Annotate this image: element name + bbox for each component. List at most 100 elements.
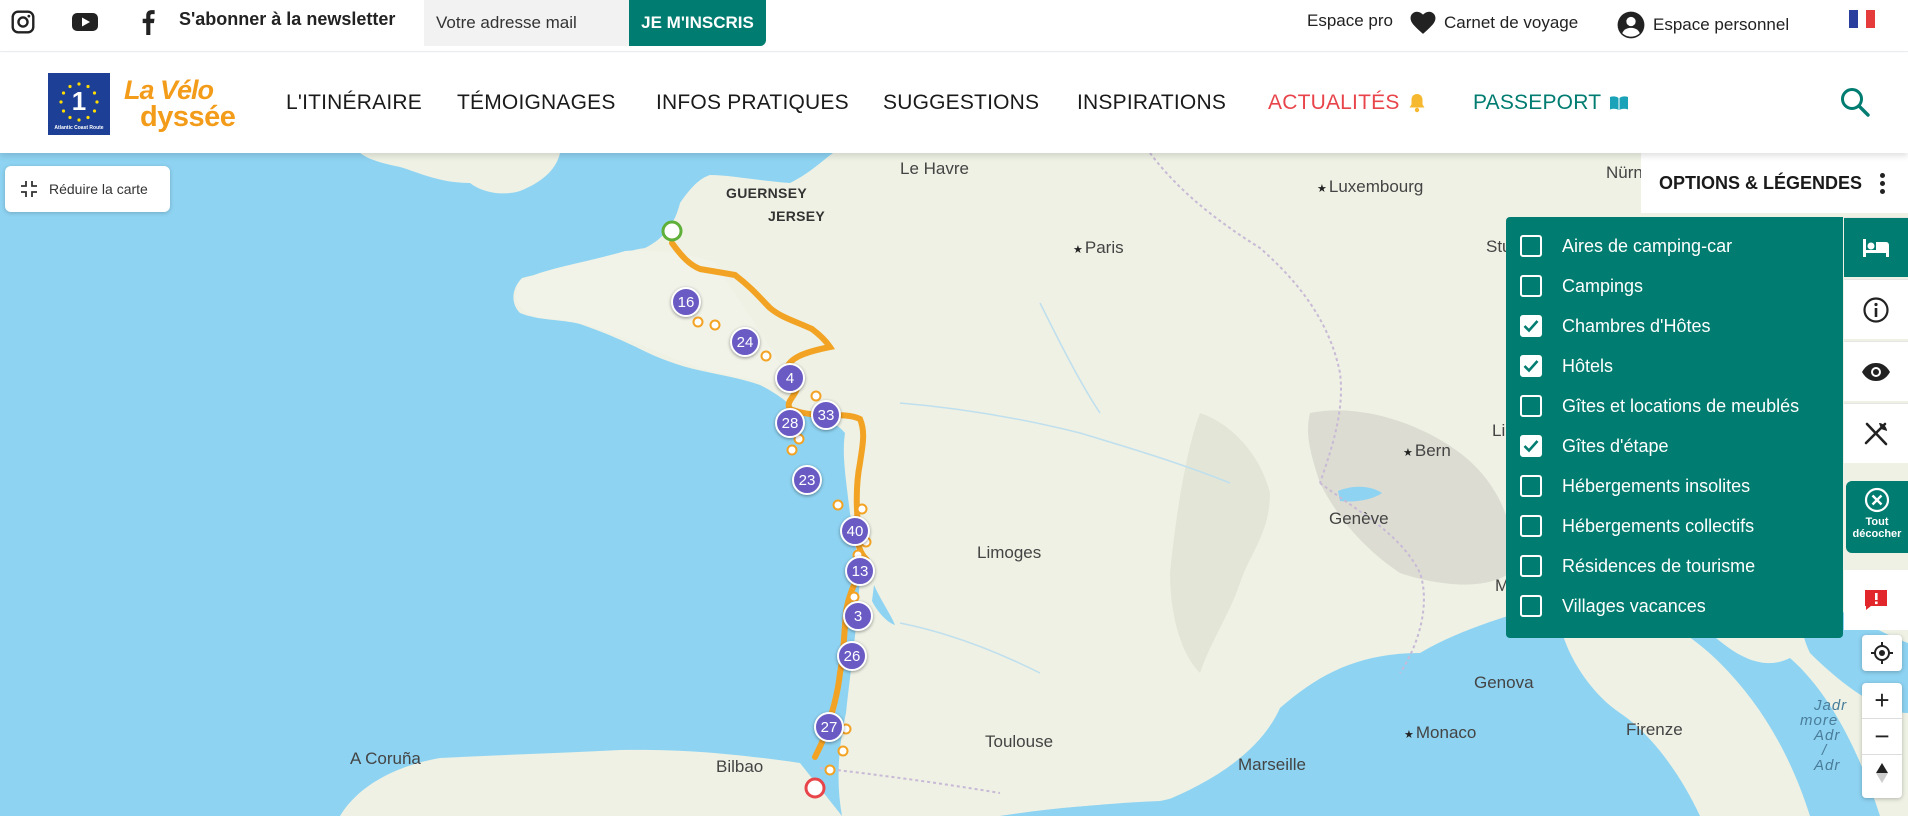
legend-item[interactable]: Gîtes et locations de meublés (1506, 386, 1843, 426)
checkbox[interactable] (1520, 555, 1542, 577)
bell-icon (1409, 94, 1425, 113)
book-icon (1610, 96, 1629, 110)
cluster-marker[interactable]: 3 (843, 601, 873, 631)
compass-button[interactable] (1862, 755, 1902, 791)
instagram-icon[interactable] (9, 8, 37, 36)
brand-line2: dyssée (140, 101, 236, 133)
legend-item[interactable]: Chambres d'Hôtes (1506, 306, 1843, 346)
legend-label: Hébergements collectifs (1562, 515, 1755, 536)
subscribe-button[interactable]: JE M'INSCRIS (629, 0, 766, 46)
espace-pro-label: Espace pro (1307, 11, 1393, 30)
map-label-marseille: Marseille (1238, 755, 1307, 774)
map-label-bern: Bern (1403, 441, 1451, 461)
report-button[interactable] (1844, 570, 1908, 630)
map-label-guernsey: GUERNSEY (726, 185, 807, 201)
map-label-li: Li (1492, 421, 1506, 440)
cluster-marker[interactable]: 28 (775, 408, 805, 438)
cluster-marker[interactable]: 16 (671, 287, 701, 317)
nav-inspirations-label: INSPIRATIONS (1077, 91, 1227, 114)
map-label-firenze: Firenze (1626, 720, 1683, 739)
map-label-geneve: Genève (1329, 509, 1389, 528)
french-flag-icon[interactable] (1849, 10, 1876, 28)
zoom-out-button[interactable]: − (1862, 719, 1902, 755)
newsletter-label: S'abonner à la newsletter (179, 9, 396, 29)
checkbox[interactable] (1520, 395, 1542, 417)
cluster-marker[interactable]: 27 (814, 712, 844, 742)
adriatic-line-3: Adr (1814, 727, 1841, 744)
espace-pro-link[interactable]: Espace pro (1307, 11, 1393, 31)
cluster-marker[interactable]: 4 (775, 363, 805, 393)
legend-item[interactable]: Villages vacances (1506, 586, 1843, 626)
legend-label: Hébergements insolites (1562, 475, 1751, 496)
uncheck-all-line1: Tout (1865, 516, 1889, 528)
zoom-in-button[interactable]: + (1862, 683, 1902, 719)
checkbox[interactable] (1520, 235, 1542, 257)
user-icon (1617, 11, 1645, 39)
close-circle-icon (1864, 487, 1890, 513)
legend-item[interactable]: Résidences de tourisme (1506, 546, 1843, 586)
legend-label: Chambres d'Hôtes (1562, 315, 1711, 336)
eurovelo-logo[interactable]: 1 Atlantic Coast Route (48, 73, 110, 135)
email-field[interactable] (424, 0, 630, 46)
heart-icon (1410, 11, 1436, 34)
eye-icon (1862, 362, 1890, 381)
map-label-le-havre: Le Havre (900, 159, 969, 178)
collapse-icon (21, 181, 37, 197)
search-button[interactable] (1839, 86, 1873, 120)
facebook-icon[interactable] (134, 8, 162, 36)
checkbox-checked[interactable] (1520, 315, 1542, 337)
checkbox[interactable] (1520, 475, 1542, 497)
checkbox[interactable] (1520, 595, 1542, 617)
more-options-icon[interactable] (1880, 173, 1886, 197)
checkbox-checked[interactable] (1520, 355, 1542, 377)
nav-itineraire[interactable]: L'ITINÉRAIRE (286, 91, 422, 115)
map-label-bilbao: Bilbao (716, 757, 764, 776)
uncheck-all-line2: décocher (1852, 528, 1902, 540)
nav-infos-pratiques-label: INFOS PRATIQUES (656, 91, 849, 114)
espace-personnel-link[interactable]: Espace personnel (1617, 11, 1789, 39)
legend-label: Résidences de tourisme (1562, 555, 1756, 576)
nav-actualites[interactable]: ACTUALITÉS (1268, 91, 1426, 115)
legend-label: Gîtes et locations de meublés (1562, 395, 1800, 416)
tab-restauration[interactable] (1844, 403, 1908, 463)
map-label-luxembourg: Luxembourg (1317, 177, 1424, 197)
cluster-marker[interactable]: 40 (840, 516, 870, 546)
map-label-jersey: JERSEY (768, 208, 826, 224)
checkbox-checked[interactable] (1520, 435, 1542, 457)
legend-item[interactable]: Gîtes d'étape (1506, 426, 1843, 466)
eurovelo-caption: Atlantic Coast Route (54, 125, 104, 131)
carnet-voyage-link[interactable]: Carnet de voyage (1410, 11, 1578, 35)
locate-button[interactable] (1862, 635, 1902, 671)
options-legend-header[interactable]: OPTIONS & LÉGENDES (1641, 153, 1908, 213)
reduce-map-button[interactable]: Réduire la carte (5, 166, 170, 212)
cluster-marker[interactable]: 24 (730, 327, 760, 357)
nav-suggestions[interactable]: SUGGESTIONS (883, 91, 1039, 115)
adriatic-line-4: / (1822, 742, 1828, 759)
tab-infos[interactable] (1844, 279, 1908, 339)
cluster-marker[interactable]: 26 (837, 641, 867, 671)
legend-item[interactable]: Aires de camping-car (1506, 226, 1843, 266)
map-label-monaco: Monaco (1404, 723, 1476, 743)
uncheck-all-button[interactable]: Tout décocher (1846, 481, 1908, 553)
legend-item[interactable]: Hébergements collectifs (1506, 506, 1843, 546)
youtube-icon[interactable] (71, 8, 99, 36)
info-icon (1863, 296, 1889, 323)
legend-item[interactable]: Hôtels (1506, 346, 1843, 386)
velodyssee-logo[interactable]: La Vélo dyssée (124, 75, 250, 133)
legend-item[interactable]: Campings (1506, 266, 1843, 306)
legend-item[interactable]: Hébergements insolites (1506, 466, 1843, 506)
checkbox[interactable] (1520, 515, 1542, 537)
cluster-marker[interactable]: 13 (845, 556, 875, 586)
cluster-marker[interactable]: 23 (792, 465, 822, 495)
cluster-marker[interactable]: 33 (811, 400, 841, 430)
tab-hebergements[interactable] (1844, 217, 1908, 277)
checkbox[interactable] (1520, 275, 1542, 297)
tab-a-voir[interactable] (1844, 341, 1908, 401)
nav-temoignages[interactable]: TÉMOIGNAGES (457, 91, 616, 115)
nav-passeport[interactable]: PASSEPORT (1473, 91, 1629, 115)
route-map[interactable]: GUERNSEY JERSEY Le Havre Luxembourg Nürn… (0, 153, 1908, 816)
nav-inspirations[interactable]: INSPIRATIONS (1077, 91, 1226, 115)
espace-personnel-label: Espace personnel (1653, 15, 1790, 34)
legend-label: Hôtels (1562, 355, 1614, 376)
nav-infos-pratiques[interactable]: INFOS PRATIQUES (656, 91, 849, 115)
